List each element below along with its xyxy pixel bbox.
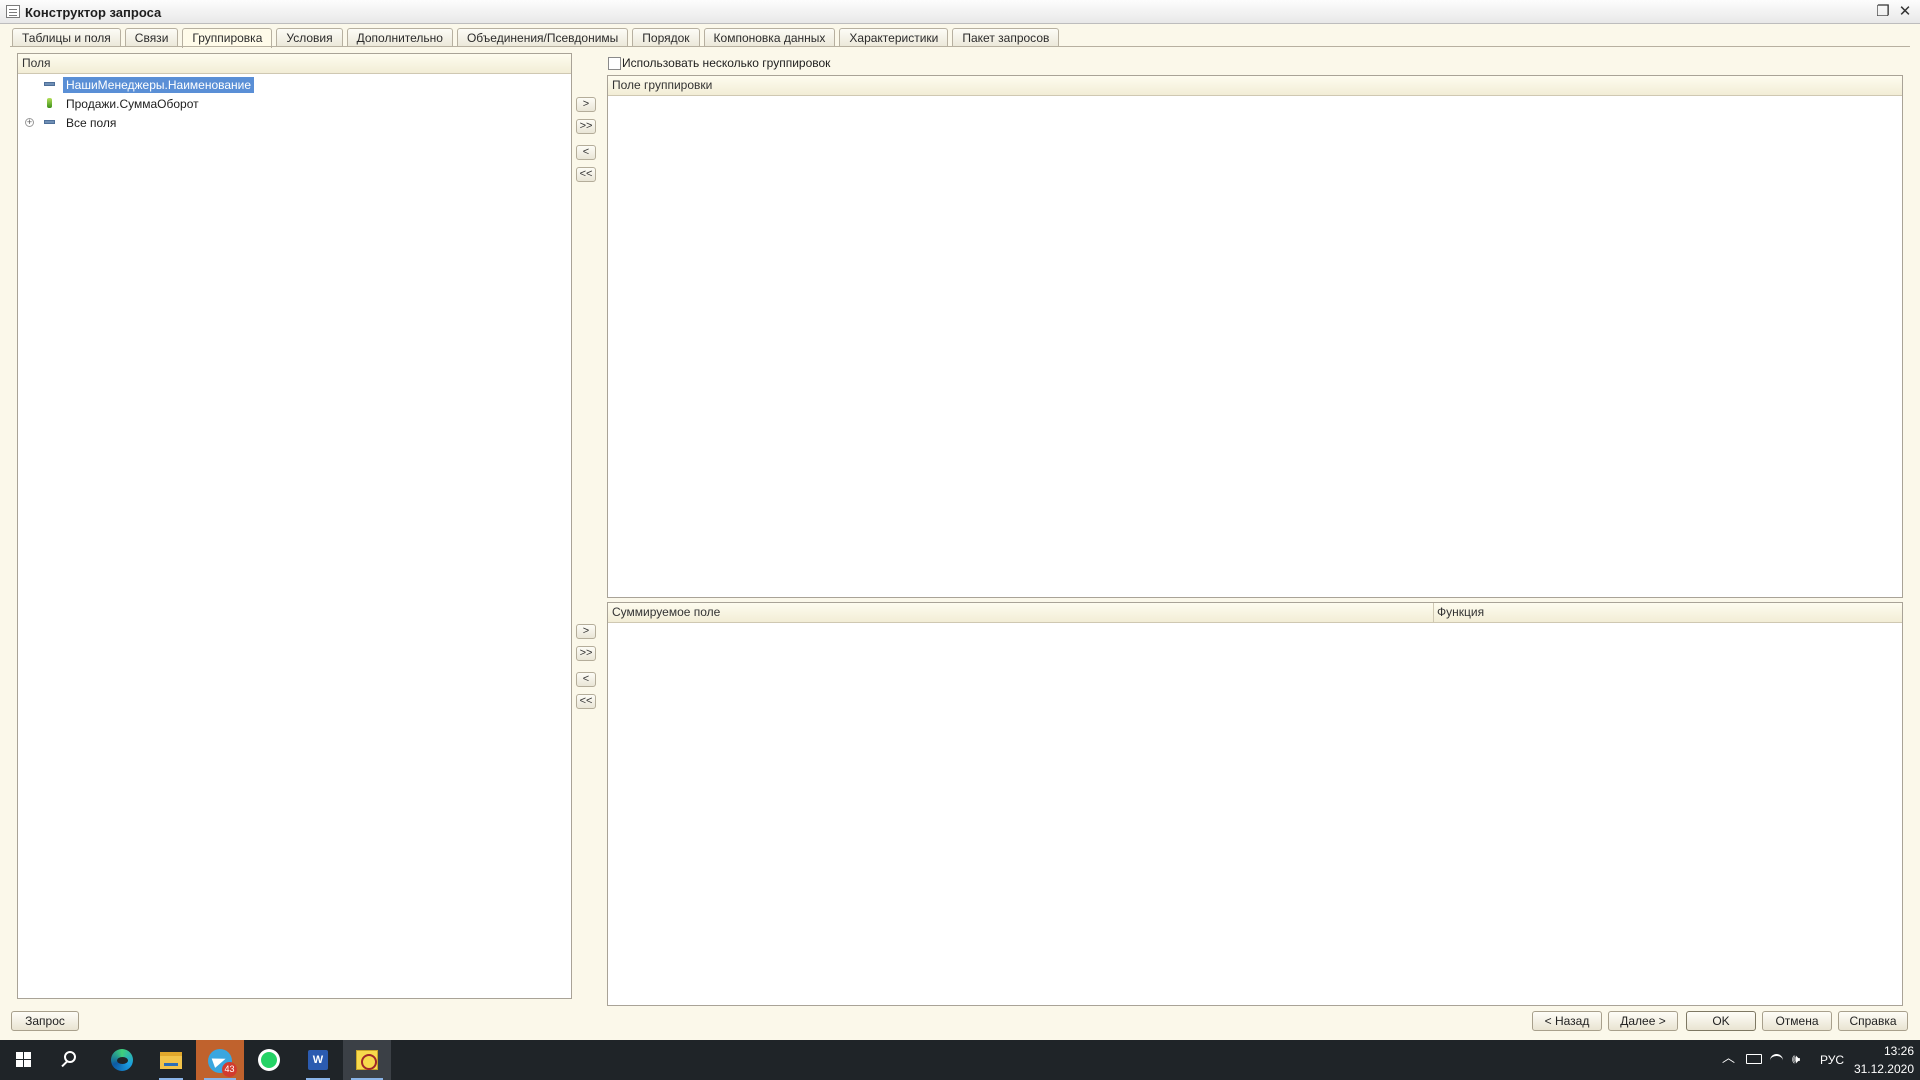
- aggregate-field-column-header[interactable]: Суммируемое поле: [608, 603, 1433, 622]
- add-aggregate-field-button[interactable]: >: [576, 624, 596, 639]
- tab-characteristics[interactable]: Характеристики: [839, 28, 949, 47]
- taskbar-whatsapp[interactable]: [245, 1040, 293, 1080]
- tab-grouping[interactable]: Группировка: [182, 28, 273, 48]
- tree-item[interactable]: Продажи.СуммаОборот: [18, 95, 571, 113]
- tab-query-batch[interactable]: Пакет запросов: [952, 28, 1060, 47]
- start-button[interactable]: [0, 1040, 48, 1080]
- taskbar-telegram[interactable]: 43: [196, 1040, 244, 1080]
- whatsapp-icon: [258, 1049, 280, 1071]
- field-dimension-icon: [44, 120, 55, 124]
- tree-item[interactable]: + Все поля: [18, 114, 571, 132]
- window-app-icon: [6, 5, 20, 18]
- search-button[interactable]: [48, 1040, 96, 1080]
- tab-unions-aliases[interactable]: Объединения/Псевдонимы: [456, 28, 629, 47]
- tab-bar: Таблицы и поля Связи Группировка Условия…: [12, 28, 1063, 48]
- tab-tables-and-fields[interactable]: Таблицы и поля: [12, 28, 121, 47]
- field-dimension-icon: [44, 82, 55, 86]
- add-all-grouping-fields-button[interactable]: >>: [576, 119, 596, 134]
- taskbar-edge[interactable]: [98, 1040, 146, 1080]
- grouping-field-column-header[interactable]: Поле группировки: [608, 76, 1902, 96]
- volume-icon[interactable]: 🕪: [1792, 1051, 1800, 1067]
- telegram-unread-badge: 43: [222, 1062, 237, 1077]
- tree-item-label[interactable]: НашиМенеджеры.Наименование: [63, 77, 255, 93]
- back-button[interactable]: < Назад: [1532, 1011, 1602, 1031]
- window-title: Конструктор запроса: [25, 5, 162, 20]
- remove-grouping-field-button[interactable]: <: [576, 145, 596, 160]
- close-window-icon[interactable]: ✕: [1896, 3, 1914, 21]
- tree-item[interactable]: НашиМенеджеры.Наименование: [18, 76, 571, 94]
- column-separator[interactable]: [1433, 603, 1434, 623]
- aggregate-fields-grid[interactable]: Суммируемое поле Функция: [607, 602, 1903, 1006]
- battery-icon[interactable]: [1746, 1054, 1762, 1064]
- network-icon[interactable]: [1770, 1054, 1783, 1067]
- multiple-groupings-checkbox[interactable]: [608, 57, 621, 70]
- query-button[interactable]: Запрос: [11, 1011, 79, 1031]
- input-language[interactable]: РУС: [1820, 1052, 1844, 1068]
- add-all-aggregate-fields-button[interactable]: >>: [576, 646, 596, 661]
- 1c-enterprise-icon: [356, 1050, 378, 1070]
- restore-window-icon[interactable]: ❐: [1874, 3, 1892, 21]
- title-bar: Конструктор запроса ❐ ✕: [0, 0, 1920, 24]
- taskbar-explorer[interactable]: [147, 1040, 195, 1080]
- taskbar-1c[interactable]: [343, 1040, 391, 1080]
- grouping-fields-grid[interactable]: Поле группировки: [607, 75, 1903, 598]
- edge-browser-icon: [111, 1049, 133, 1071]
- remove-all-grouping-fields-button[interactable]: <<: [576, 167, 596, 182]
- file-explorer-icon: [160, 1052, 182, 1069]
- windows-logo-icon: [16, 1052, 32, 1068]
- word-icon: W: [308, 1050, 328, 1070]
- ok-button[interactable]: OK: [1686, 1011, 1756, 1031]
- aggregate-grid-header: Суммируемое поле Функция: [608, 603, 1902, 623]
- search-icon: [64, 1051, 76, 1063]
- expand-icon[interactable]: +: [25, 118, 34, 127]
- show-hidden-icons-icon[interactable]: ︿: [1722, 1050, 1735, 1066]
- tab-additional[interactable]: Дополнительно: [346, 28, 453, 47]
- clock[interactable]: 13:26 31.12.2020: [1852, 1040, 1914, 1080]
- taskbar: 43 W ︿ 🕪 РУС 13:26 31.12.2020: [0, 1040, 1920, 1080]
- fields-header: Поля: [18, 54, 571, 74]
- fields-tree[interactable]: Поля НашиМенеджеры.Наименование Продажи.…: [17, 53, 572, 999]
- cancel-button[interactable]: Отмена: [1762, 1011, 1832, 1031]
- tab-divider: [10, 46, 1910, 47]
- next-button[interactable]: Далее >: [1608, 1011, 1678, 1031]
- clock-time: 13:26: [1883, 1044, 1914, 1058]
- add-grouping-field-button[interactable]: >: [576, 97, 596, 112]
- multiple-groupings-label[interactable]: Использовать несколько группировок: [622, 57, 830, 70]
- remove-all-aggregate-fields-button[interactable]: <<: [576, 694, 596, 709]
- clock-date: 31.12.2020: [1853, 1062, 1914, 1076]
- tab-conditions[interactable]: Условия: [276, 28, 343, 47]
- help-button[interactable]: Справка: [1838, 1011, 1908, 1031]
- function-column-header[interactable]: Функция: [1433, 603, 1484, 622]
- taskbar-word[interactable]: W: [294, 1040, 342, 1080]
- tree-item-label[interactable]: Продажи.СуммаОборот: [63, 96, 202, 112]
- remove-aggregate-field-button[interactable]: <: [576, 672, 596, 687]
- tree-item-label[interactable]: Все поля: [63, 115, 119, 131]
- tab-links[interactable]: Связи: [124, 28, 179, 47]
- tab-order[interactable]: Порядок: [632, 28, 700, 47]
- field-resource-icon: [47, 98, 52, 108]
- tab-data-composition[interactable]: Компоновка данных: [703, 28, 836, 47]
